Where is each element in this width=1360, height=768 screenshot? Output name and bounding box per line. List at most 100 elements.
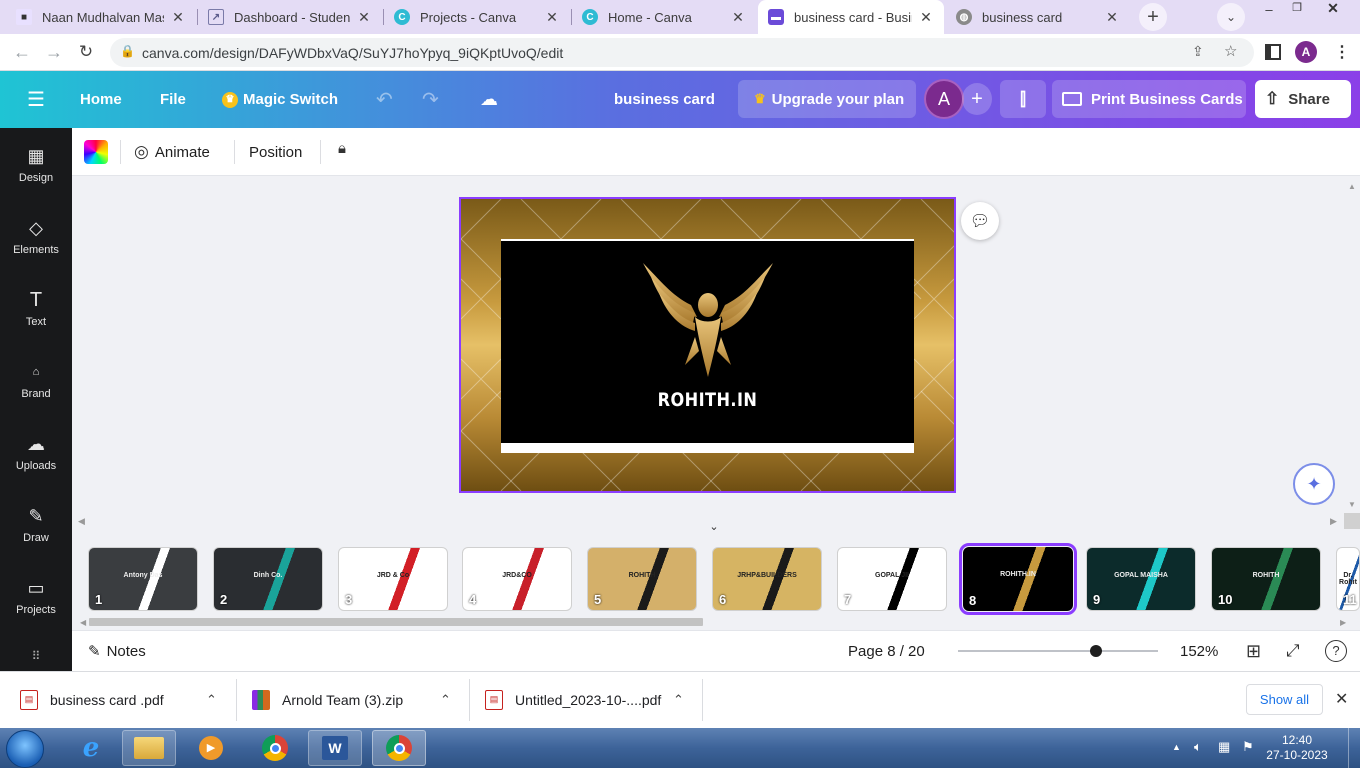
add-collaborator-button[interactable]: + xyxy=(962,83,992,115)
start-orb-icon[interactable] xyxy=(6,730,44,768)
page-thumbnail[interactable]: Dr. Rohit 11 xyxy=(1336,547,1360,611)
browser-tab[interactable]: ■ Naan Mudhalvan Mass ✕ xyxy=(6,0,196,34)
help-icon[interactable]: ? xyxy=(1325,640,1347,662)
clock[interactable]: 12:40 27-10-2023 xyxy=(1266,733,1328,763)
show-all-button[interactable]: Show all xyxy=(1246,684,1323,715)
document-title[interactable]: business card xyxy=(614,71,715,128)
forward-button[interactable]: → xyxy=(44,42,64,62)
network-icon[interactable]: ▦ xyxy=(1218,739,1230,755)
download-item[interactable]: ▤ business card .pdf ⌃ xyxy=(20,671,234,728)
close-download-bar-icon[interactable]: ✕ xyxy=(1335,689,1348,709)
share-page-icon[interactable]: ⇪ xyxy=(1192,43,1204,60)
print-business-cards-button[interactable]: Print Business Cards xyxy=(1052,80,1246,118)
chevron-up-icon[interactable]: ⌃ xyxy=(673,692,684,708)
file-menu-button[interactable]: File xyxy=(160,71,186,128)
show-desktop-button[interactable] xyxy=(1348,728,1360,768)
browser-tab[interactable]: ↗ Dashboard - Student ✕ xyxy=(198,0,382,34)
browser-tab[interactable]: ◍ business card ✕ xyxy=(946,0,1130,34)
collapse-pages-button[interactable]: ⌄ xyxy=(678,520,750,534)
page-thumbnail[interactable]: JRHP&BUILDERS 6 xyxy=(712,547,822,611)
download-item[interactable]: ▤ Untitled_2023-10-....pdf ⌃ xyxy=(485,671,699,728)
canvas-vertical-scrollbar[interactable]: ▲ ▼ xyxy=(1344,182,1360,512)
sidebar-item-text[interactable]: T Text xyxy=(0,289,72,353)
sidebar-item-projects[interactable]: ▭ Projects xyxy=(0,577,72,641)
color-picker-button[interactable] xyxy=(84,140,108,164)
sidebar-item-design[interactable]: ▦ Design xyxy=(0,145,72,209)
share-button[interactable]: ⇧ Share xyxy=(1255,80,1351,118)
fullscreen-icon[interactable]: ⤢ xyxy=(1286,641,1300,661)
bookmark-star-icon[interactable]: ☆ xyxy=(1224,42,1237,60)
scroll-left-icon[interactable]: ◀ xyxy=(80,618,86,627)
grid-view-icon[interactable]: ⊞ xyxy=(1246,641,1261,662)
scroll-left-icon[interactable]: ◀ xyxy=(78,516,85,527)
page-thumbnail[interactable]: GOPAL JII 7 xyxy=(837,547,947,611)
page-thumbnail[interactable]: ROHITH.IN 8 xyxy=(959,543,1077,615)
volume-icon[interactable]: 🔈︎ xyxy=(1194,739,1202,755)
browser-tab-active[interactable]: ▬ business card - Busines ✕ xyxy=(758,0,944,34)
zoom-slider-track[interactable] xyxy=(958,650,1158,652)
scroll-right-icon[interactable]: ▶ xyxy=(1340,618,1346,627)
tab-search-button[interactable]: ⌄ xyxy=(1217,3,1245,31)
insights-button[interactable]: ⫿ xyxy=(1000,80,1046,118)
sidebar-item-brand[interactable]: ⌂ Brand xyxy=(0,361,72,425)
window-close-button[interactable]: ✕ xyxy=(1322,0,1344,16)
page-thumbnail[interactable]: JRD&CO 4 xyxy=(462,547,572,611)
position-button[interactable]: Position xyxy=(249,128,302,176)
add-comment-button[interactable]: 💬︎ xyxy=(961,202,999,240)
file-explorer-icon[interactable] xyxy=(122,730,176,766)
url-input[interactable]: 🔒 canva.com/design/DAFyWDbxVaQ/SuYJ7hoYp… xyxy=(110,38,1254,67)
internet-explorer-icon[interactable]: e xyxy=(64,730,118,766)
page-thumbnail[interactable]: JRD & Co 3 xyxy=(338,547,448,611)
browser-menu-icon[interactable]: ⋮ xyxy=(1334,42,1350,62)
user-avatar[interactable]: A xyxy=(924,79,964,119)
close-icon[interactable]: ✕ xyxy=(544,9,560,26)
close-icon[interactable]: ✕ xyxy=(730,9,746,26)
side-panel-icon[interactable] xyxy=(1265,44,1281,60)
close-icon[interactable]: ✕ xyxy=(1104,9,1120,26)
chrome-profile-icon[interactable] xyxy=(372,730,426,766)
restore-button[interactable]: ❐ xyxy=(1286,1,1308,15)
page-indicator[interactable]: Page 8 / 20 xyxy=(848,631,925,671)
back-button[interactable]: ← xyxy=(12,42,32,62)
profile-avatar[interactable]: A xyxy=(1295,41,1317,63)
scroll-down-icon[interactable]: ▼ xyxy=(1348,500,1356,509)
magic-switch-button[interactable]: ♛ Magic Switch xyxy=(222,71,338,128)
notes-button[interactable]: ✎ Notes xyxy=(88,631,146,671)
zoom-slider-handle[interactable] xyxy=(1090,645,1102,657)
word-icon[interactable]: W xyxy=(308,730,362,766)
close-icon[interactable]: ✕ xyxy=(918,9,934,26)
design-page[interactable]: ROHITH.IN xyxy=(459,197,956,493)
redo-button[interactable]: ↷ xyxy=(422,71,439,128)
menu-hamburger-icon[interactable]: ☰ xyxy=(27,71,45,128)
download-item[interactable]: Arnold Team (3).zip ⌃ xyxy=(252,671,466,728)
page-thumbnail[interactable]: Dinh Co. 2 xyxy=(213,547,323,611)
page-thumbnail[interactable]: ROHITH 10 xyxy=(1211,547,1321,611)
animate-button[interactable]: ◎ Animate xyxy=(134,128,210,176)
browser-tab[interactable]: C Projects - Canva ✕ xyxy=(384,0,570,34)
apps-grid-icon[interactable]: ⠿ xyxy=(26,649,46,663)
scrollbar-thumb[interactable] xyxy=(89,618,703,626)
chrome-icon[interactable] xyxy=(248,730,302,766)
browser-tab[interactable]: C Home - Canva ✕ xyxy=(572,0,756,34)
page-thumbnail[interactable]: GOPAL MAISHA 9 xyxy=(1086,547,1196,611)
page-thumbnail[interactable]: ROHITH 5 xyxy=(587,547,697,611)
close-icon[interactable]: ✕ xyxy=(170,9,186,26)
upgrade-plan-button[interactable]: ♛ Upgrade your plan xyxy=(738,80,916,118)
scroll-up-icon[interactable]: ▲ xyxy=(1348,182,1356,191)
new-tab-button[interactable]: + xyxy=(1139,3,1167,31)
thumbnail-scrollbar[interactable]: ◀ ▶ xyxy=(80,616,1348,628)
tray-expand-icon[interactable]: ▲ xyxy=(1172,742,1181,752)
media-player-icon[interactable]: ▶ xyxy=(184,730,238,766)
cloud-save-icon[interactable]: ☁ xyxy=(480,71,498,128)
action-center-icon[interactable]: ⚑ xyxy=(1242,739,1254,755)
home-button[interactable]: Home xyxy=(80,71,122,128)
sidebar-item-elements[interactable]: ◇ Elements xyxy=(0,217,72,281)
page-thumbnail[interactable]: Antony Das 1 xyxy=(88,547,198,611)
chevron-up-icon[interactable]: ⌃ xyxy=(440,692,451,708)
lock-icon[interactable]: 🔒︎ xyxy=(338,140,354,162)
scroll-right-icon[interactable]: ▶ xyxy=(1330,516,1337,527)
reload-button[interactable]: ↻ xyxy=(76,42,96,62)
sidebar-item-uploads[interactable]: ☁ Uploads xyxy=(0,433,72,497)
minimize-button[interactable]: ‒ xyxy=(1258,2,1280,17)
sidebar-item-draw[interactable]: ✎ Draw xyxy=(0,505,72,569)
